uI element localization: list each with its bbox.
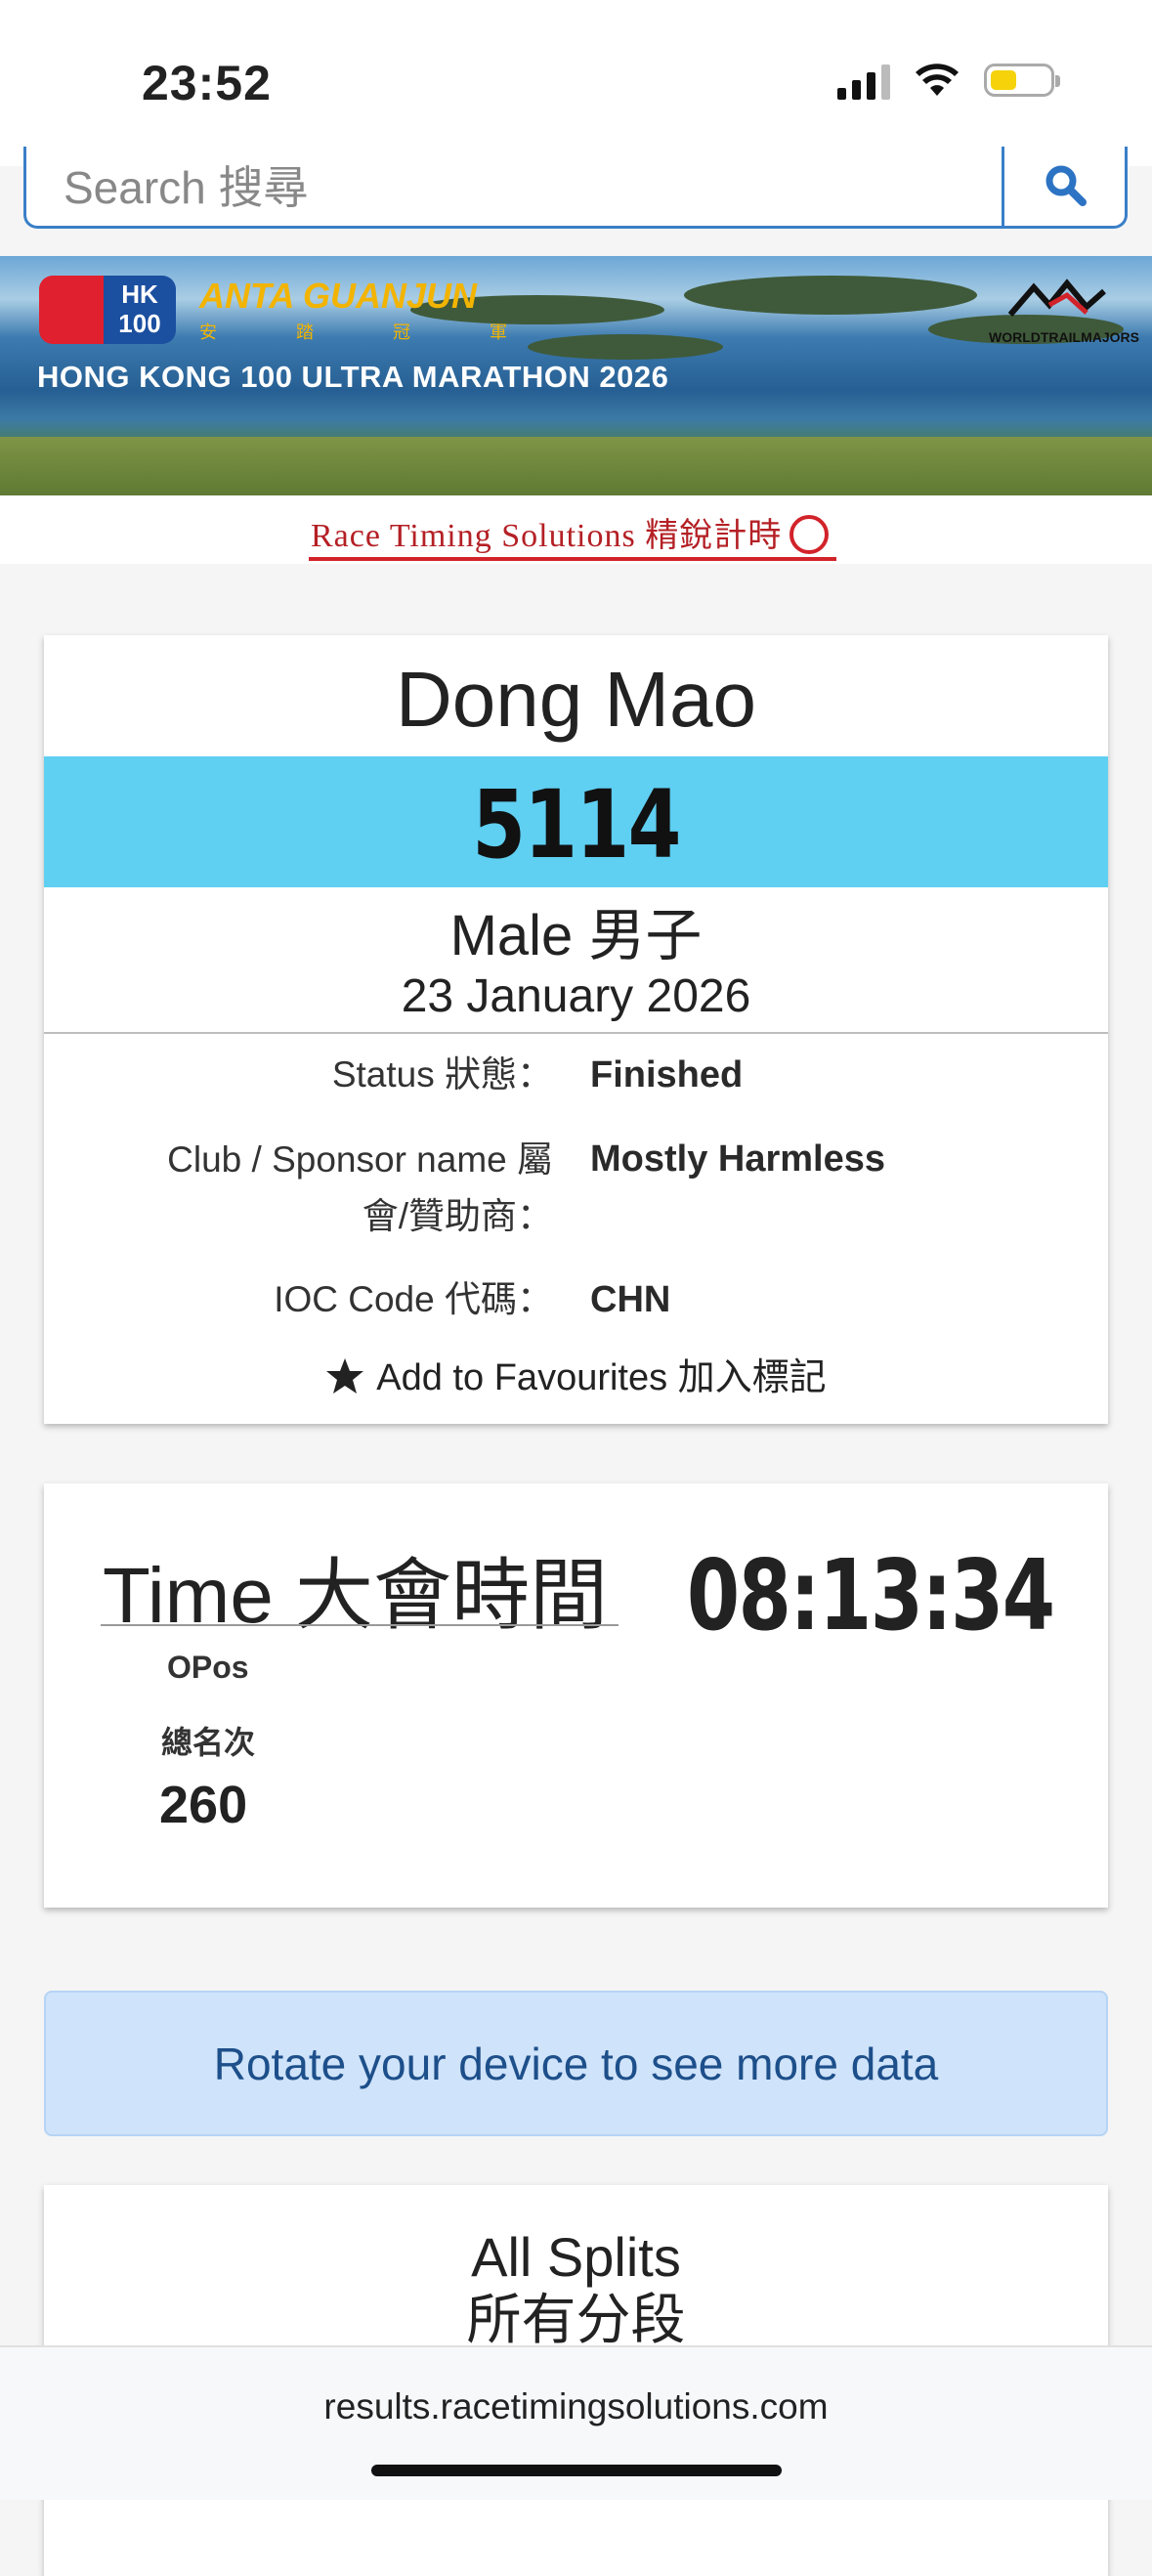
bib-band: 5114 — [44, 756, 1108, 887]
splits-title: All Splits 所有分段 — [44, 2226, 1108, 2351]
ioc-label: IOC Code 代碼： — [274, 1279, 553, 1319]
event-banner: HK 100 ANTA GUANJUN 安 踏 冠 軍 HONG KONG 10… — [0, 256, 1152, 495]
opos-value: 260 — [159, 1776, 248, 1834]
world-trail-majors-logo: WORLDTRAILMAJORS — [989, 276, 1139, 345]
sponsor-logo-cn: 安 踏 冠 軍 — [199, 322, 545, 342]
runner-gender: Male 男子 — [449, 904, 703, 967]
browser-address-bar[interactable]: results.racetimingsolutions.com — [0, 2345, 1152, 2500]
url-text[interactable]: results.racetimingsolutions.com — [0, 2386, 1152, 2427]
splits-title-en: All Splits — [471, 2226, 681, 2288]
clock-icon — [789, 515, 830, 555]
grass-foreground — [0, 437, 1152, 495]
favourites-label: Add to Favourites 加入標記 — [376, 1357, 827, 1398]
time-label: Time 大會時間 — [103, 1552, 609, 1639]
club-label: Club / Sponsor name 屬會/贊助商： — [167, 1139, 553, 1236]
opos-label: OPos — [167, 1650, 249, 1685]
status-label: Status 狀態： — [331, 1054, 553, 1095]
result-card: Time 大會時間 08:13:34 OPos 總名次 260 — [44, 1483, 1108, 1908]
timing-brand-logo: Race Timing Solutions 精銳計時 — [311, 508, 830, 558]
search-icon — [1045, 165, 1087, 206]
club-value: Mostly Harmless — [590, 1138, 886, 1180]
divider — [44, 1032, 1108, 1034]
search-bar[interactable]: Search 搜尋 — [23, 147, 1128, 229]
home-indicator[interactable] — [371, 2465, 782, 2476]
search-button[interactable] — [1002, 147, 1125, 226]
finish-time: 08:13:34 — [686, 1538, 1054, 1653]
search-input[interactable]: Search 搜尋 — [64, 152, 309, 217]
event-title: HONG KONG 100 ULTRA MARATHON 2026 — [37, 360, 669, 394]
runner-name: Dong Mao — [395, 656, 757, 743]
brand-underline — [309, 557, 836, 561]
bib-number: 5114 — [472, 770, 681, 880]
race-date: 23 January 2026 — [401, 970, 751, 1022]
runner-card: Dong Mao 5114 Male 男子 23 January 2026 St… — [44, 635, 1108, 1424]
mountain-icon — [1007, 279, 1106, 317]
status-bar: 23:52 — [0, 0, 1152, 166]
ioc-value: CHN — [590, 1279, 671, 1320]
star-icon — [326, 1358, 364, 1394]
status-icons — [837, 61, 1060, 100]
status-value: Finished — [590, 1054, 744, 1095]
clock: 23:52 — [142, 56, 272, 110]
sponsor-logo: ANTA GUANJUN — [199, 276, 477, 316]
battery-icon — [984, 64, 1060, 97]
add-to-favourites-button[interactable]: Add to Favourites 加入標記 — [44, 1347, 1108, 1400]
signal-icon — [837, 61, 890, 100]
time-underline — [101, 1624, 619, 1626]
rotate-device-notice: Rotate your device to see more data — [44, 1991, 1108, 2136]
splits-title-cn: 所有分段 — [466, 2289, 686, 2350]
opos-label-cn: 總名次 — [161, 1725, 256, 1760]
hk100-logo: HK 100 — [39, 276, 176, 344]
wifi-icon — [916, 64, 959, 96]
